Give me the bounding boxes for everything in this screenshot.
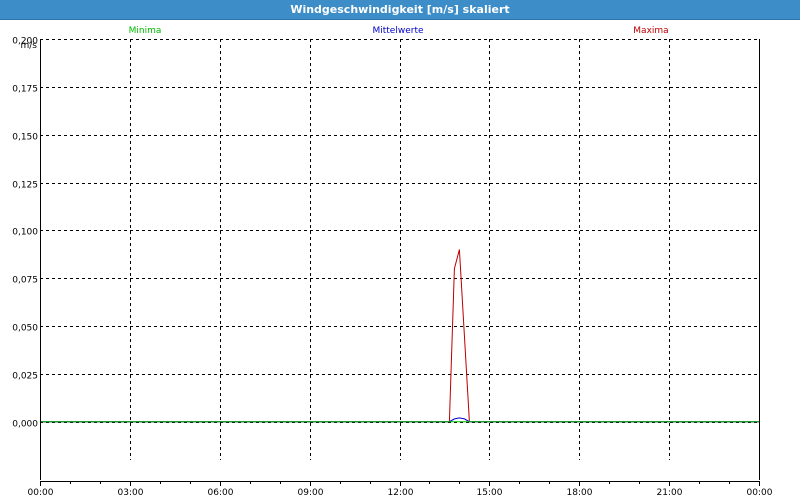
y-tick-label: 0,150 bbox=[12, 133, 38, 143]
chart-title: Windgeschwindigkeit [m/s] skaliert bbox=[290, 3, 510, 16]
y-tick-label: 0,100 bbox=[12, 228, 38, 238]
x-tick-label-time: 06:00 bbox=[208, 488, 234, 498]
x-tick-label-time: 00:00 bbox=[747, 488, 773, 498]
x-tick-label-time: 00:00 bbox=[28, 488, 54, 498]
grid bbox=[40, 39, 759, 460]
labels: 0,000 0,025 0,050 0,075 0,100 0,125 0,150 0,175… bbox=[12, 26, 773, 498]
x-tick-label-time: 18:00 bbox=[567, 488, 593, 498]
y-tick-label: 0,075 bbox=[12, 276, 38, 286]
series-layer bbox=[40, 249, 759, 423]
y-axis-unit: m/s bbox=[21, 41, 38, 51]
chart-titlebar: Windgeschwindigkeit [m/s] skaliert bbox=[0, 0, 800, 20]
y-tick-label: 0,125 bbox=[12, 181, 38, 191]
x-tick-label-time: 03:00 bbox=[118, 488, 144, 498]
x-tick-label-time: 09:00 bbox=[298, 488, 324, 498]
chart-area: 0,000 0,025 0,050 0,075 0,100 0,125 0,150 0,175… bbox=[0, 20, 800, 500]
y-tick-label: 0,175 bbox=[12, 85, 38, 95]
series-line-mittelwerte bbox=[40, 417, 759, 423]
series-line-maxima bbox=[40, 249, 759, 423]
legend-minima: Minima bbox=[129, 26, 162, 36]
y-tick-label: 0,050 bbox=[12, 324, 38, 334]
x-tick-label-time: 15:00 bbox=[477, 488, 503, 498]
y-tick-label: 0,000 bbox=[12, 420, 38, 430]
x-tick-label-time: 21:00 bbox=[657, 488, 683, 498]
y-tick-label: 0,025 bbox=[12, 372, 38, 382]
x-tick-label-time: 12:00 bbox=[388, 488, 414, 498]
wind-speed-chart: 0,000 0,025 0,050 0,075 0,100 0,125 0,150 0,175… bbox=[12, 26, 773, 498]
legend-mittelwerte: Mittelwerte bbox=[372, 26, 423, 36]
legend-maxima: Maxima bbox=[633, 26, 668, 36]
